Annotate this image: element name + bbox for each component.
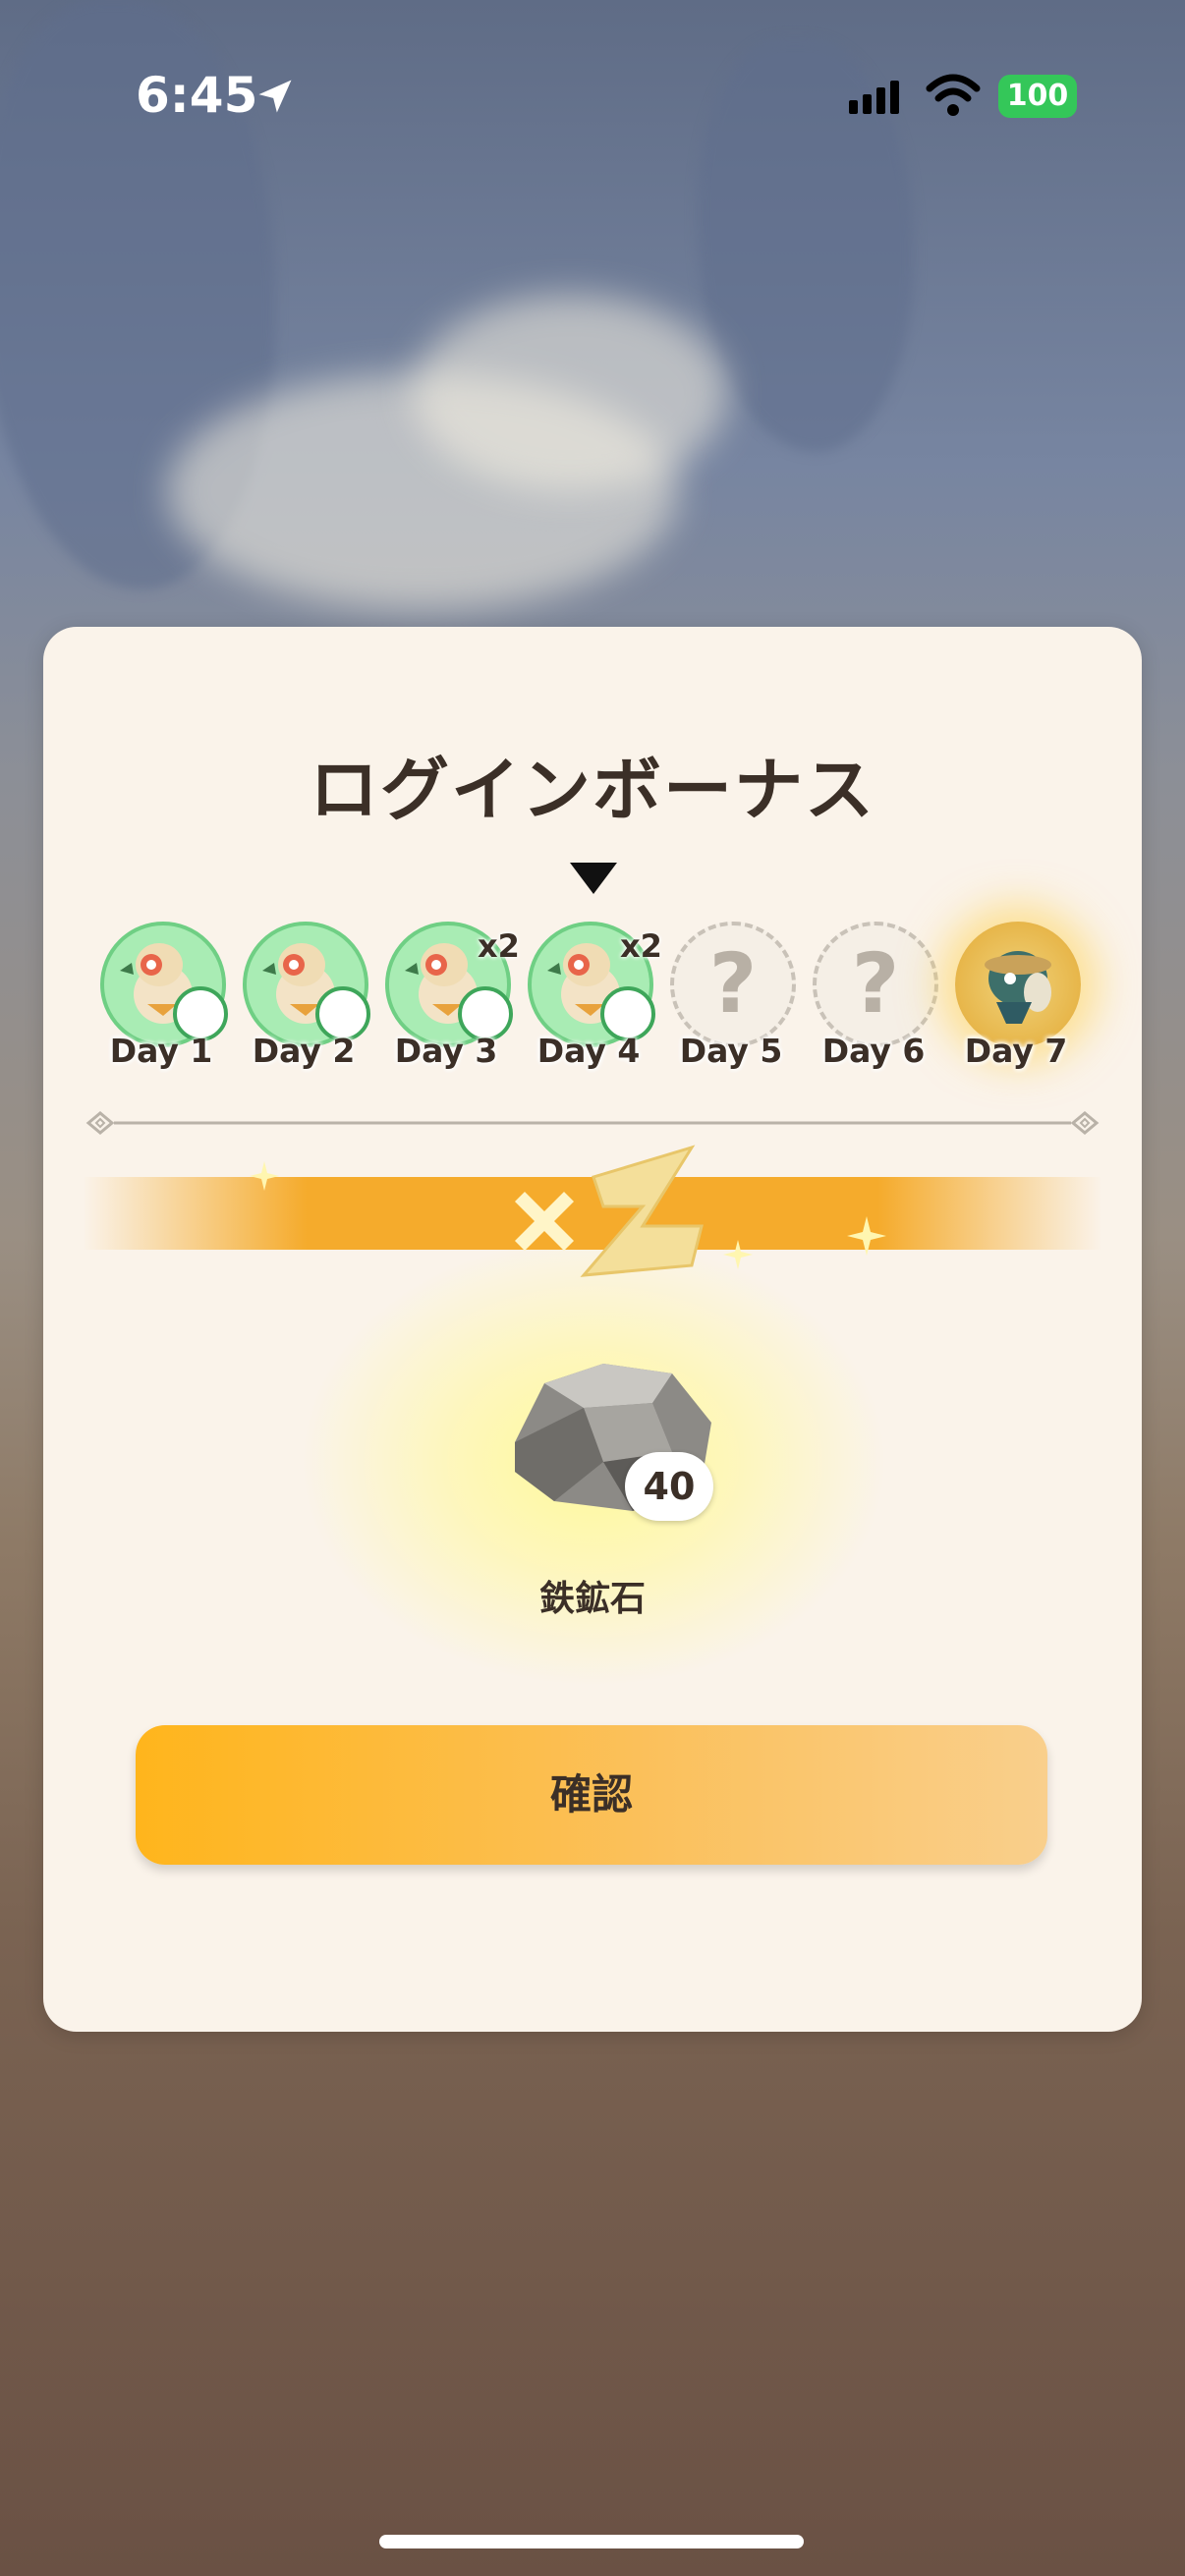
login-bonus-dialog: ログインボーナス Day 1 Day 2 x2 Day 3 x2 Day 4 ?… — [43, 627, 1142, 2032]
day-label: Day 7 — [964, 1032, 1068, 1070]
confirm-button[interactable]: 確認 — [136, 1725, 1047, 1865]
day-1-reward: Day 1 — [92, 922, 230, 1070]
battery-icon: 100 — [998, 75, 1077, 118]
reward-count-badge: 40 — [625, 1452, 713, 1521]
background-cloud — [413, 295, 727, 491]
cellular-signal-icon — [849, 81, 899, 114]
day-6-reward: ? Day 6 — [805, 922, 942, 1070]
day-label: Day 6 — [821, 1032, 926, 1070]
day-multiplier: x2 — [620, 927, 662, 965]
day-3-reward: x2 Day 3 — [377, 922, 520, 1070]
multiplier-badge — [515, 1145, 704, 1277]
status-time: 6:45 — [136, 67, 258, 124]
home-indicator[interactable] — [379, 2535, 804, 2548]
sparkle-icon — [723, 1240, 753, 1269]
day-multiplier: x2 — [478, 927, 520, 965]
progress-divider — [85, 1111, 1100, 1135]
day-label: Day 1 — [109, 1032, 213, 1070]
day-label: Day 5 — [679, 1032, 783, 1070]
day-4-reward: x2 Day 4 — [520, 922, 662, 1070]
current-day-pointer-icon — [570, 863, 617, 894]
wifi-icon — [926, 74, 981, 116]
day-label: Day 3 — [394, 1032, 498, 1070]
day-label: Day 2 — [252, 1032, 356, 1070]
day-7-reward: Day 7 — [947, 922, 1085, 1070]
location-arrow-icon — [258, 80, 292, 113]
question-mark-icon: ? — [851, 935, 900, 1032]
sparkle-icon — [250, 1161, 279, 1191]
monster-figure-icon — [985, 951, 1051, 1024]
sparkle-icon — [847, 1216, 886, 1256]
question-mark-icon: ? — [708, 935, 758, 1032]
day-5-reward: ? Day 5 — [662, 922, 800, 1070]
day-2-reward: Day 2 — [235, 922, 372, 1070]
reward-item-name: 鉄鉱石 — [538, 1579, 646, 1619]
status-bar: 6:45 100 — [0, 0, 1185, 196]
day-label: Day 4 — [536, 1032, 641, 1070]
dialog-title: ログインボーナス — [310, 750, 875, 830]
